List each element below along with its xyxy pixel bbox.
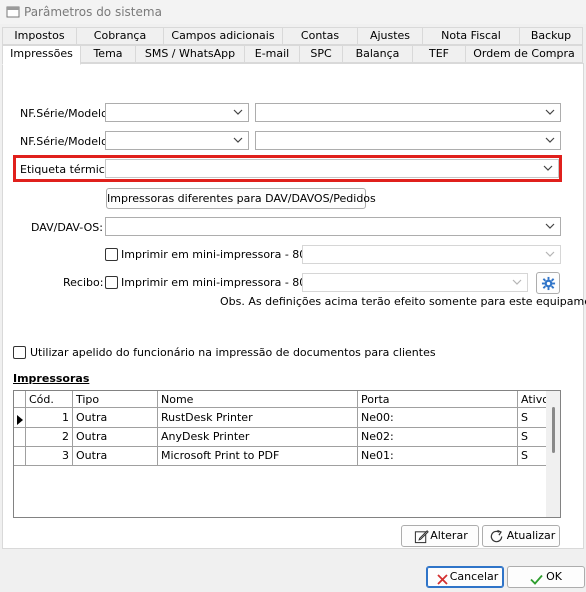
chevron-down-icon <box>543 248 557 261</box>
table-row[interactable]: 3 Outra Microsoft Print to PDF Ne01: S <box>14 447 548 466</box>
tab-sms-whatsapp[interactable]: SMS / WhatsApp <box>135 45 245 63</box>
obs-text: Obs. As definições acima terão efeito so… <box>220 295 586 308</box>
cell-porta: Ne02: <box>358 428 518 446</box>
etiqueta-termica-label: Etiqueta térmica: <box>20 163 116 176</box>
ok-label: OK <box>546 570 562 583</box>
tab-tef[interactable]: TEF <box>412 45 466 63</box>
cell-cod: 2 <box>26 428 73 446</box>
nf-serie-select-2[interactable] <box>105 131 249 150</box>
refresh-icon <box>489 529 504 551</box>
gear-icon <box>541 276 556 291</box>
tab-tema[interactable]: Tema <box>80 45 136 63</box>
row-indicator <box>14 428 26 446</box>
cell-ativo: S <box>521 430 528 443</box>
apelido-funcionario-checkbox[interactable] <box>13 346 26 359</box>
dav-mini-impressora-select[interactable] <box>302 245 561 264</box>
close-icon <box>437 572 448 592</box>
cell-tipo: Outra <box>73 447 158 465</box>
column-header-ativo[interactable]: Ativo <box>518 391 548 409</box>
nf-serie-label: NF.Série/Modelo: <box>20 107 112 120</box>
column-header-cod[interactable]: Cód. <box>26 391 73 409</box>
table-row[interactable]: 2 Outra AnyDesk Printer Ne02: S <box>14 428 548 447</box>
etiqueta-termica-select[interactable] <box>105 159 559 178</box>
tab-contas[interactable]: Contas <box>282 27 358 45</box>
cell-cod: 3 <box>26 447 73 465</box>
checkmark-icon <box>530 572 543 592</box>
chevron-down-icon <box>543 106 557 119</box>
cell-tipo: Outra <box>73 409 158 427</box>
recibo-mini-impressora-select[interactable] <box>302 273 528 292</box>
chevron-down-icon <box>510 276 524 289</box>
current-row-pointer-icon <box>17 413 23 427</box>
recibo-mini-impressora-label: Imprimir em mini-impressora - 80mm <box>121 276 328 289</box>
cell-nome: AnyDesk Printer <box>158 428 358 446</box>
nf-serie-select[interactable] <box>105 103 249 122</box>
scrollbar-thumb[interactable] <box>552 407 555 453</box>
chevron-down-icon <box>543 220 557 233</box>
alterar-button[interactable]: Alterar <box>401 525 479 547</box>
column-header-porta[interactable]: Porta <box>358 391 518 409</box>
app-icon <box>6 5 20 19</box>
cell-porta: Ne00: <box>358 409 518 427</box>
tab-ajustes[interactable]: Ajustes <box>357 27 423 45</box>
impressoras-section-title: Impressoras <box>13 372 90 385</box>
nf-modelo-select[interactable] <box>255 103 561 122</box>
tab-backup[interactable]: Backup <box>519 27 583 45</box>
cell-ativo: S <box>521 449 528 462</box>
tab-ordem-de-compra[interactable]: Ordem de Compra <box>465 45 583 63</box>
tab-spc[interactable]: SPC <box>299 45 343 63</box>
row-indicator <box>14 409 26 427</box>
chevron-down-icon <box>541 162 555 175</box>
impressoras-diferentes-button[interactable]: Impressoras diferentes para DAV/DAVOS/Pe… <box>106 188 376 209</box>
tab-email[interactable]: E-mail <box>244 45 300 63</box>
row-indicator <box>14 447 26 465</box>
tab-impostos[interactable]: Impostos <box>2 27 77 45</box>
nf-serie-label: NF.Série/Modelo: <box>20 135 112 148</box>
cell-nome: RustDesk Printer <box>158 409 358 427</box>
tab-impressoes[interactable]: Impressões <box>2 45 81 65</box>
tab-row-2: Impressões Tema SMS / WhatsApp E-mail SP… <box>0 45 586 65</box>
ok-button[interactable]: OK <box>507 566 585 588</box>
table-vertical-scrollbar[interactable] <box>546 391 560 517</box>
atualizar-button[interactable]: Atualizar <box>482 525 560 547</box>
column-header-nome[interactable]: Nome <box>158 391 358 409</box>
dav-mini-impressora-checkbox[interactable] <box>105 248 118 261</box>
tab-row-1: Impostos Cobrança Campos adicionais Cont… <box>0 27 586 45</box>
column-header-tipo[interactable]: Tipo <box>73 391 158 409</box>
alterar-label: Alterar <box>430 529 468 542</box>
chevron-down-icon <box>231 134 245 147</box>
cancel-button[interactable]: Cancelar <box>426 566 504 588</box>
window-title: Parâmetros do sistema <box>24 5 162 19</box>
chevron-down-icon <box>231 106 245 119</box>
tab-cobranca[interactable]: Cobrança <box>76 27 164 45</box>
cancel-label: Cancelar <box>449 570 499 583</box>
impressoras-table[interactable]: Cód. Tipo Nome Porta Ativo 1 Outra RustD… <box>13 390 561 518</box>
header-indicator <box>14 391 26 409</box>
edit-icon <box>414 529 429 551</box>
cell-cod: 1 <box>26 409 73 427</box>
tab-campos-adicionais[interactable]: Campos adicionais <box>163 27 283 45</box>
cell-tipo: Outra <box>73 428 158 446</box>
recibo-label: Recibo: <box>63 276 104 289</box>
title-bar: Parâmetros do sistema <box>0 0 586 24</box>
table-row[interactable]: 1 Outra RustDesk Printer Ne00: S <box>14 409 548 428</box>
cell-porta: Ne01: <box>358 447 518 465</box>
apelido-funcionario-label: Utilizar apelido do funcionário na impre… <box>30 346 436 359</box>
dav-mini-impressora-label: Imprimir em mini-impressora - 80mm <box>121 248 328 261</box>
tab-balanca[interactable]: Balança <box>342 45 413 63</box>
recibo-mini-impressora-checkbox[interactable] <box>105 276 118 289</box>
atualizar-label: Atualizar <box>506 529 556 542</box>
dav-select[interactable] <box>105 217 561 236</box>
table-header: Cód. Tipo Nome Porta Ativo <box>14 391 548 409</box>
tab-nota-fiscal[interactable]: Nota Fiscal <box>422 27 520 45</box>
dav-label: DAV/DAV-OS: <box>31 221 103 234</box>
recibo-config-button[interactable] <box>536 272 560 294</box>
chevron-down-icon <box>543 134 557 147</box>
cell-nome: Microsoft Print to PDF <box>158 447 358 465</box>
cell-ativo: S <box>521 411 528 424</box>
nf-modelo-select-2[interactable] <box>255 131 561 150</box>
